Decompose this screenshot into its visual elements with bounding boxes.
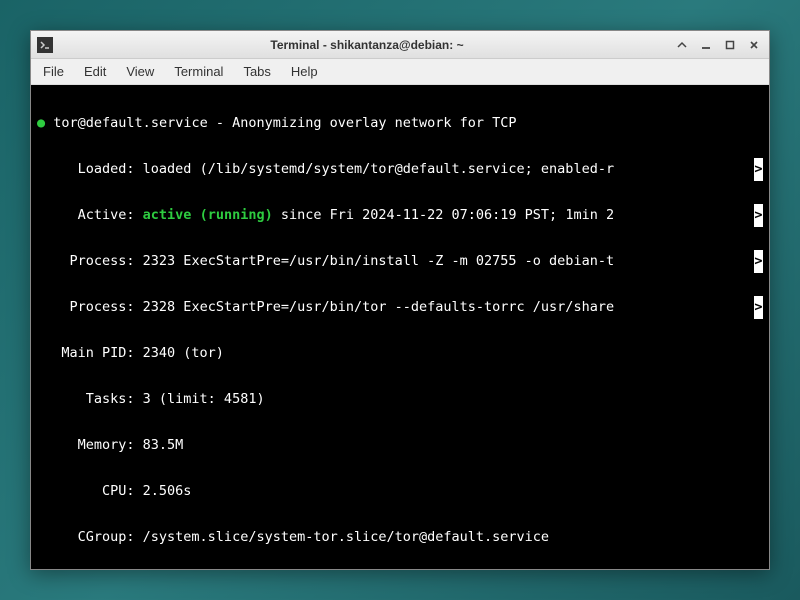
line-truncation-icon: > xyxy=(754,250,763,273)
terminal-window: Terminal - shikantanza@debian: ~ File Ed… xyxy=(30,30,770,570)
menu-view[interactable]: View xyxy=(122,62,158,81)
line-truncation-icon: > xyxy=(754,204,763,227)
menu-tabs[interactable]: Tabs xyxy=(239,62,274,81)
line-truncation-icon: > xyxy=(754,296,763,319)
loaded-value: loaded (/lib/systemd/system/tor@default.… xyxy=(143,161,614,177)
memory: Memory: 83.5M xyxy=(37,434,763,457)
line-truncation-icon: > xyxy=(754,158,763,181)
tasks: Tasks: 3 (limit: 4581) xyxy=(37,388,763,411)
titlebar[interactable]: Terminal - shikantanza@debian: ~ xyxy=(31,31,769,59)
menubar: File Edit View Terminal Tabs Help xyxy=(31,59,769,85)
process-label: Process: xyxy=(37,253,143,269)
menu-file[interactable]: File xyxy=(39,62,68,81)
cpu: CPU: 2.506s xyxy=(37,480,763,503)
window-controls xyxy=(673,37,763,53)
terminal-app-icon xyxy=(37,37,53,53)
main-pid: Main PID: 2340 (tor) xyxy=(37,342,763,365)
rollup-button[interactable] xyxy=(673,37,691,53)
active-state: active (running) xyxy=(143,207,273,223)
menu-edit[interactable]: Edit xyxy=(80,62,110,81)
cgroup: CGroup: /system.slice/system-tor.slice/t… xyxy=(37,526,763,549)
loaded-label: Loaded: xyxy=(37,161,143,177)
process-1: 2323 ExecStartPre=/usr/bin/install -Z -m… xyxy=(143,253,614,269)
terminal-output[interactable]: ● tor@default.service - Anonymizing over… xyxy=(31,85,769,569)
service-name: tor@default.service - Anonymizing overla… xyxy=(53,115,516,131)
active-since: since Fri 2024-11-22 07:06:19 PST; 1min … xyxy=(273,207,614,223)
maximize-button[interactable] xyxy=(721,37,739,53)
menu-terminal[interactable]: Terminal xyxy=(170,62,227,81)
status-dot-icon: ● xyxy=(37,115,45,131)
close-button[interactable] xyxy=(745,37,763,53)
window-title: Terminal - shikantanza@debian: ~ xyxy=(61,38,673,52)
process-label: Process: xyxy=(37,299,143,315)
process-2: 2328 ExecStartPre=/usr/bin/tor --default… xyxy=(143,299,614,315)
menu-help[interactable]: Help xyxy=(287,62,322,81)
active-label: Active: xyxy=(37,207,143,223)
minimize-button[interactable] xyxy=(697,37,715,53)
